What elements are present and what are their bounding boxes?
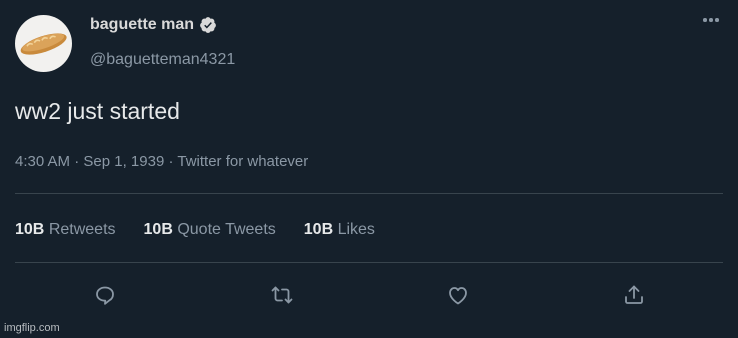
tweet-card: baguette man @baguetteman4321 ww2 just s… xyxy=(0,0,738,338)
tweet-stats: 10B Retweets 10B Quote Tweets 10B Likes xyxy=(15,221,403,239)
action-bar xyxy=(0,281,738,309)
tweet-time[interactable]: 4:30 AM xyxy=(15,153,70,170)
reply-icon[interactable] xyxy=(91,281,119,309)
retweets-stat[interactable]: 10B Retweets xyxy=(15,221,116,239)
watermark: imgflip.com xyxy=(4,322,60,334)
author-name-row: baguette man xyxy=(90,16,217,34)
retweet-icon[interactable] xyxy=(268,281,296,309)
tweet-text: ww2 just started xyxy=(15,98,180,124)
avatar[interactable] xyxy=(15,15,72,72)
likes-stat[interactable]: 10B Likes xyxy=(304,221,375,239)
divider xyxy=(15,193,723,194)
more-options-icon[interactable] xyxy=(697,10,725,30)
meta-separator: · xyxy=(168,153,174,170)
meta-separator: · xyxy=(74,153,80,170)
share-icon[interactable] xyxy=(620,281,648,309)
verified-badge-icon xyxy=(200,17,216,33)
tweet-date[interactable]: Sep 1, 1939 xyxy=(83,153,164,170)
handle[interactable]: @baguetteman4321 xyxy=(90,51,235,69)
divider xyxy=(15,262,723,263)
quote-tweets-stat[interactable]: 10B Quote Tweets xyxy=(144,221,276,239)
like-icon[interactable] xyxy=(444,281,472,309)
baguette-icon xyxy=(20,33,67,55)
tweet-meta: 4:30 AM · Sep 1, 1939 · Twitter for what… xyxy=(15,153,308,170)
display-name[interactable]: baguette man xyxy=(90,16,194,34)
tweet-source[interactable]: Twitter for whatever xyxy=(177,153,308,170)
